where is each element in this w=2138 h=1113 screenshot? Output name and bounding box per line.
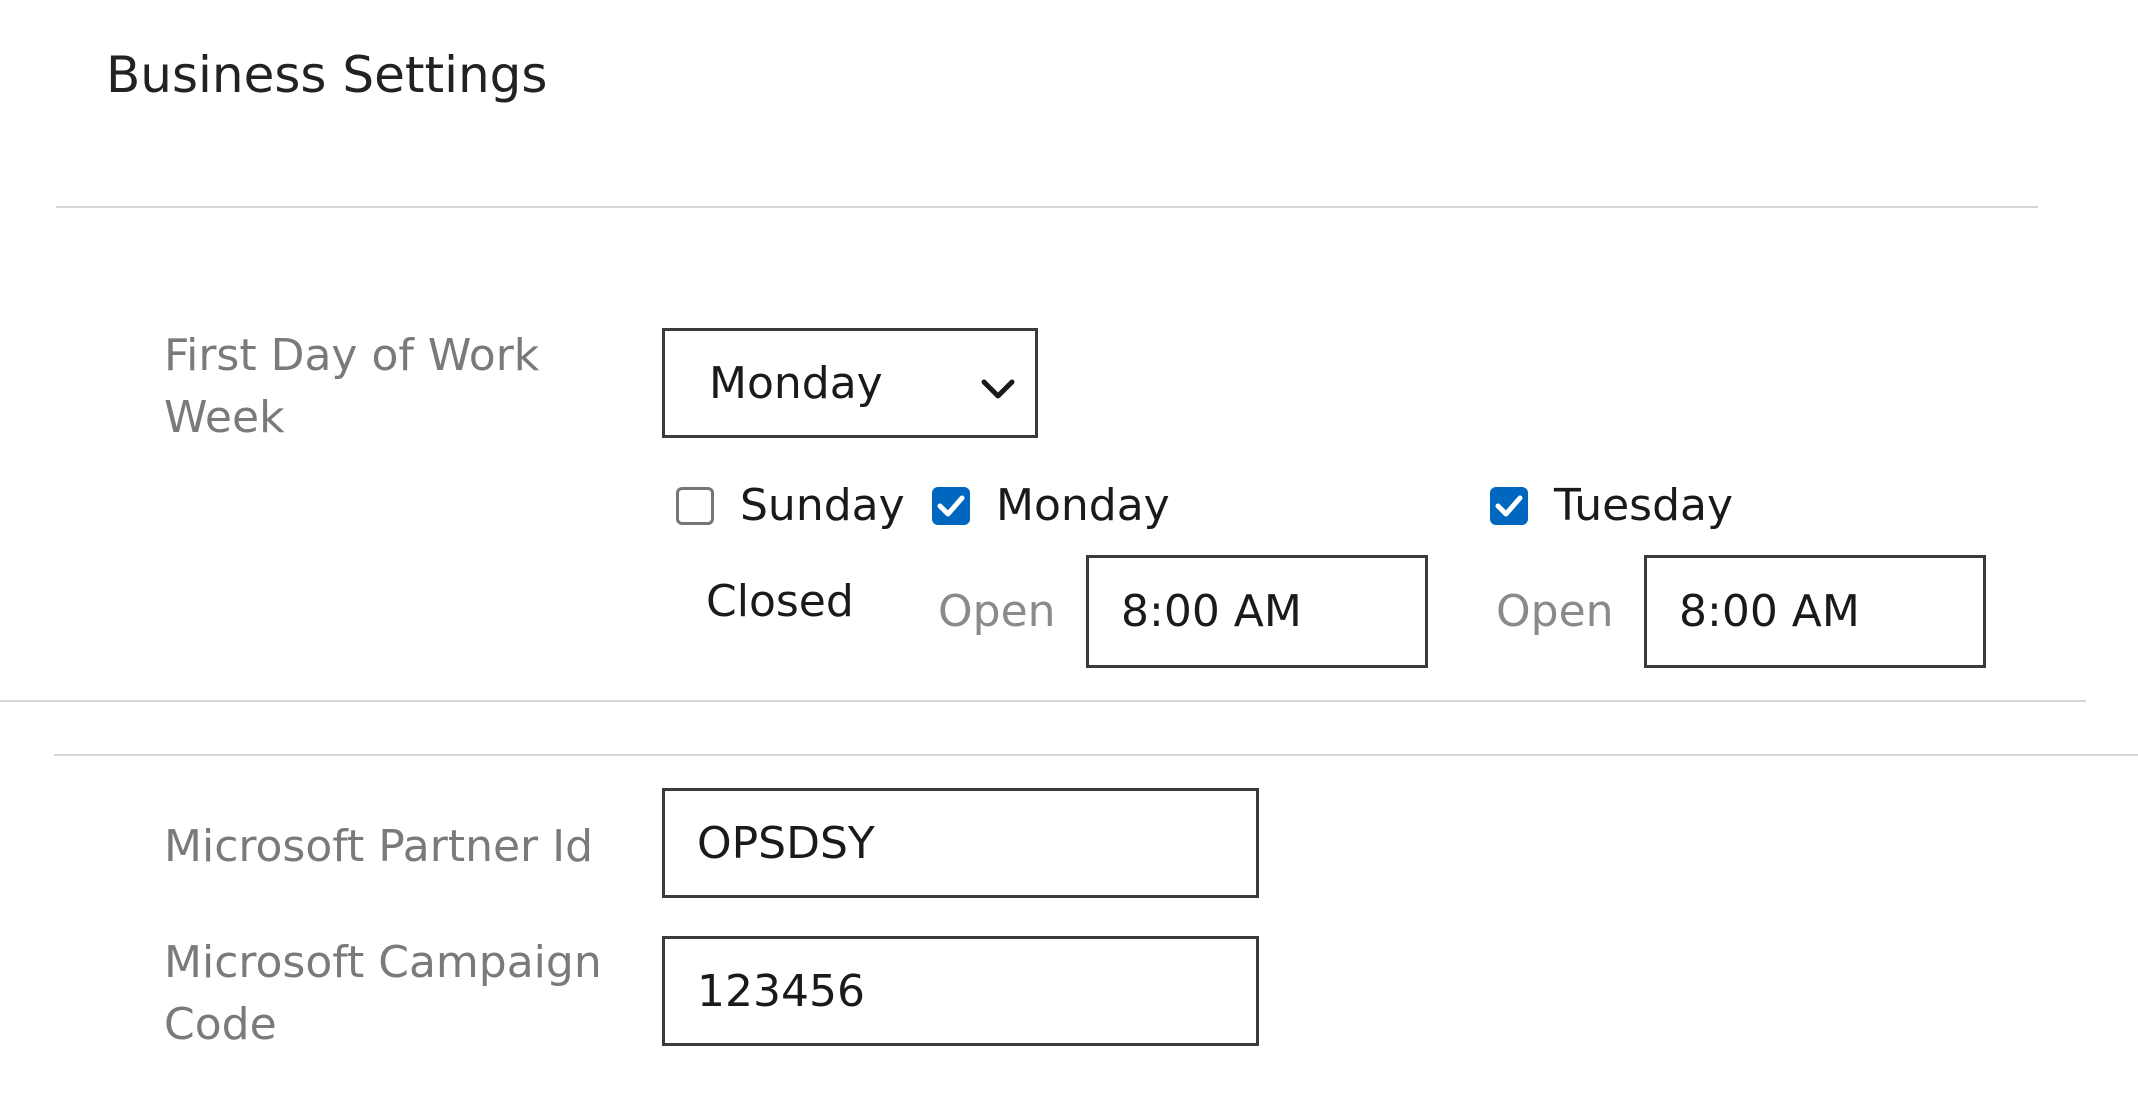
day-monday[interactable]: Monday [932, 480, 1170, 531]
section-divider-1 [0, 700, 2086, 702]
monday-checkbox[interactable] [932, 486, 970, 525]
monday-label: Monday [996, 480, 1170, 531]
day-sunday[interactable]: Sunday [676, 480, 905, 531]
sunday-checkbox[interactable] [676, 486, 714, 525]
sunday-label: Sunday [740, 480, 905, 531]
partner-id-label: Microsoft Partner Id [164, 821, 594, 872]
day-tuesday[interactable]: Tuesday [1490, 480, 1733, 531]
page-title: Business Settings [106, 46, 548, 104]
monday-open-time-input[interactable] [1121, 586, 1425, 637]
first-day-label-line2: Week [164, 392, 285, 443]
monday-open-label: Open [938, 586, 1056, 637]
first-day-label-line1: First Day of Work [164, 330, 540, 381]
campaign-label-line1: Microsoft Campaign [164, 937, 602, 988]
partner-id-field[interactable] [662, 788, 1259, 898]
first-day-label: First Day of Work Week [164, 325, 539, 449]
tuesday-label: Tuesday [1554, 480, 1734, 531]
first-day-select-value: Monday [709, 357, 883, 409]
header-divider [56, 206, 2038, 208]
checkmark-icon [1495, 495, 1523, 516]
tuesday-open-time-input[interactable] [1679, 586, 1983, 637]
campaign-code-input[interactable] [697, 965, 1256, 1017]
partner-id-input[interactable] [697, 817, 1256, 869]
campaign-label-line2: Code [164, 999, 277, 1050]
checkmark-icon [937, 495, 965, 516]
campaign-code-label: Microsoft Campaign Code [164, 932, 602, 1056]
first-day-select[interactable]: Monday [662, 328, 1038, 438]
sunday-status: Closed [706, 576, 854, 627]
monday-open-time[interactable] [1086, 555, 1428, 668]
campaign-code-field[interactable] [662, 936, 1259, 1046]
tuesday-open-label: Open [1496, 586, 1614, 637]
section-divider-2 [54, 754, 2138, 756]
chevron-down-icon [981, 361, 1015, 412]
tuesday-checkbox[interactable] [1490, 486, 1528, 525]
tuesday-open-time[interactable] [1644, 555, 1986, 668]
